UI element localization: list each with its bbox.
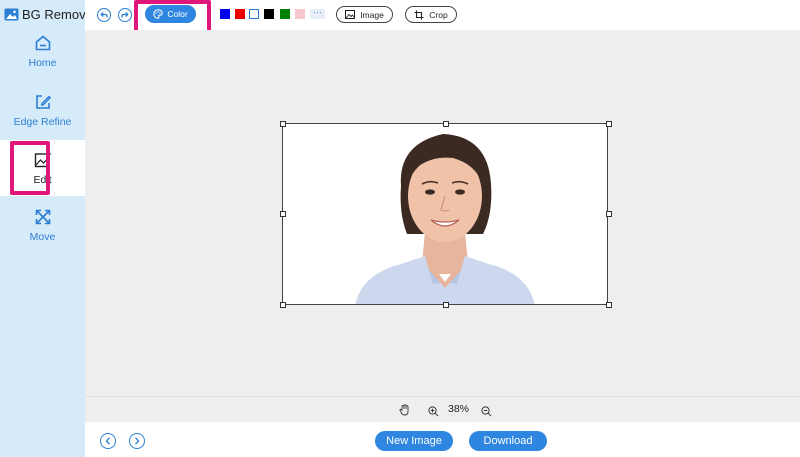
sidebar-item-home[interactable]: Home <box>0 34 85 80</box>
crop-icon <box>414 10 424 19</box>
sidebar-item-edge-refine[interactable]: Edge Refine <box>0 93 85 139</box>
color-button-label: Color <box>167 9 188 19</box>
swatch-black[interactable] <box>264 9 274 19</box>
home-icon <box>35 35 50 51</box>
swatch-pink[interactable] <box>295 9 305 19</box>
swatch-blue[interactable] <box>220 9 230 19</box>
swatch-green[interactable] <box>280 9 290 19</box>
swatch-white[interactable] <box>249 9 259 19</box>
edit-square-icon <box>35 95 51 109</box>
swatch-red[interactable] <box>235 9 245 19</box>
pan-tool-button[interactable] <box>399 403 410 421</box>
sidebar-item-label: Edge Refine <box>13 116 72 128</box>
resize-handle-top-right[interactable] <box>606 121 612 127</box>
app-logo-icon <box>4 8 19 20</box>
portrait-image <box>283 124 607 304</box>
image-button[interactable]: Image <box>336 6 393 23</box>
resize-handle-top[interactable] <box>443 121 449 127</box>
zoom-in-icon <box>428 406 439 417</box>
resize-handle-bottom-right[interactable] <box>606 302 612 308</box>
next-button[interactable] <box>129 433 145 449</box>
zoom-bar <box>85 396 800 422</box>
chevron-left-icon <box>105 437 110 445</box>
edited-image[interactable] <box>282 123 608 305</box>
chevron-right-icon <box>135 437 140 445</box>
crop-button[interactable]: Crop <box>405 6 457 23</box>
new-image-button[interactable]: New Image <box>375 431 453 451</box>
app-brand: BG Remover <box>4 5 97 23</box>
sidebar-item-edit[interactable]: Edit <box>0 140 85 196</box>
undo-icon <box>100 12 108 18</box>
hand-icon <box>399 404 409 416</box>
zoom-in-button[interactable] <box>428 404 439 422</box>
image-button-label: Image <box>360 9 384 20</box>
resize-handle-bottom[interactable] <box>443 302 449 308</box>
previous-button[interactable] <box>100 433 116 449</box>
redo-button[interactable] <box>118 8 132 22</box>
sidebar-item-label: Home <box>28 57 57 69</box>
color-button[interactable]: Color <box>145 5 196 23</box>
undo-button[interactable] <box>97 8 111 22</box>
resize-handle-right[interactable] <box>606 211 612 217</box>
resize-handle-left[interactable] <box>280 211 286 217</box>
image-icon <box>345 10 356 19</box>
sidebar-item-label: Move <box>29 231 56 243</box>
crop-button-label: Crop <box>429 9 448 20</box>
sidebar-item-label: Edit <box>33 173 52 186</box>
sidebar-item-move[interactable]: Move <box>0 208 85 254</box>
image-edit-icon <box>34 151 51 167</box>
move-arrows-icon <box>35 209 50 225</box>
download-button[interactable]: Download <box>469 431 547 451</box>
resize-handle-top-left[interactable] <box>280 121 286 127</box>
zoom-level: 38% <box>448 403 470 415</box>
resize-handle-bottom-left[interactable] <box>280 302 286 308</box>
more-colors-button[interactable]: ··· <box>310 8 325 19</box>
palette-icon <box>153 9 164 19</box>
zoom-out-icon <box>481 406 492 417</box>
zoom-out-button[interactable] <box>481 404 492 422</box>
redo-icon <box>121 12 129 18</box>
